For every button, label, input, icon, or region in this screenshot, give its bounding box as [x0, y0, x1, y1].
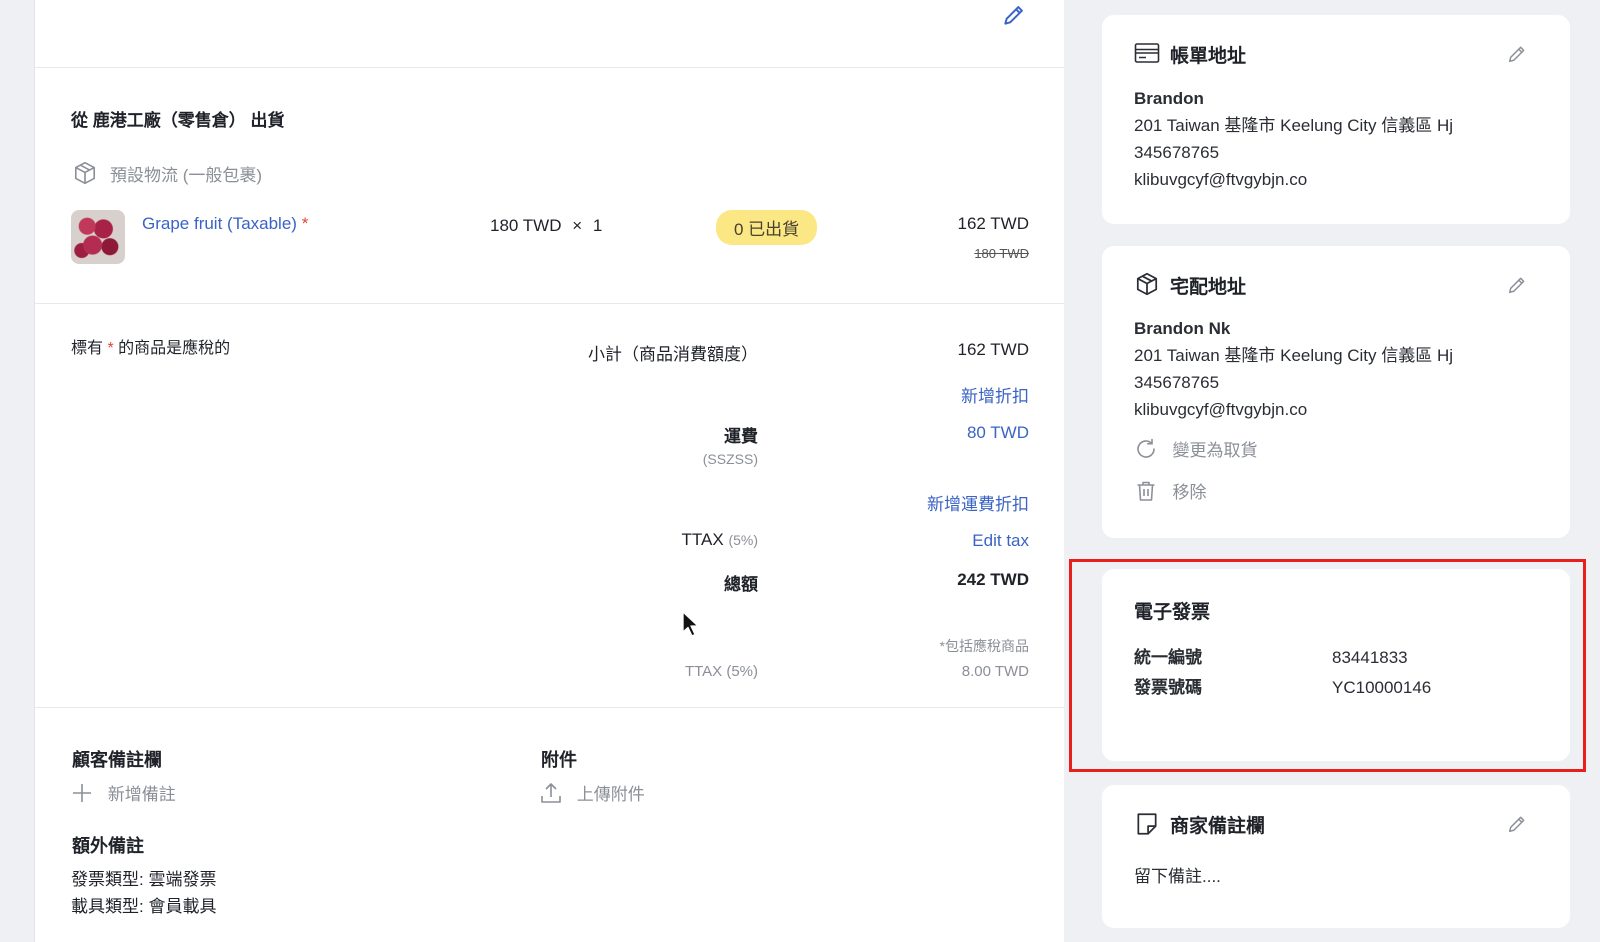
- upload-attachment-button[interactable]: 上傳附件: [540, 780, 645, 805]
- einvoice-card: 電子發票 統一編號 83441833 發票號碼 YC10000146: [1102, 569, 1570, 761]
- shipment-origin-title: 從 鹿港工廠（零售倉） 出貨: [71, 111, 285, 130]
- note-icon: [1134, 811, 1160, 837]
- total-label: 總額: [724, 575, 758, 594]
- package-icon: [72, 160, 98, 186]
- extra-notes-title: 額外備註: [72, 836, 144, 856]
- tax-detail-value: 8.00 TWD: [961, 663, 1029, 680]
- trash-icon: [1134, 479, 1158, 503]
- carrier-type-note: 載具類型: 會員載具: [71, 897, 217, 916]
- unit-price: 180 TWD: [490, 216, 562, 235]
- change-to-pickup-label: 變更為取貨: [1172, 441, 1258, 460]
- edit-tax-link[interactable]: Edit tax: [972, 531, 1029, 551]
- times-sign: ×: [572, 216, 583, 235]
- customer-notes-title: 顧客備註欄: [72, 750, 162, 770]
- shipped-status: 0 已出貨: [716, 210, 818, 245]
- delivery-email: klibuvgcyf@ftvgybjn.co: [1134, 400, 1308, 419]
- product-name-row: Grape fruit (Taxable) *: [142, 214, 308, 234]
- remove-delivery-button[interactable]: 移除: [1134, 478, 1206, 503]
- billing-name: Brandon: [1134, 89, 1204, 108]
- refresh-icon: [1134, 437, 1158, 461]
- taxable-mark: *: [301, 214, 309, 233]
- logistics-method: 預設物流 (一般包裹): [110, 166, 263, 185]
- subtotal-value: 162 TWD: [957, 340, 1030, 359]
- billing-email: klibuvgcyf@ftvgybjn.co: [1134, 170, 1308, 189]
- taxable-note: 標有 * 的商品是應稅的: [71, 334, 230, 358]
- credit-card-icon: [1134, 42, 1160, 64]
- remove-label: 移除: [1172, 483, 1207, 502]
- tax-label-row: TTAX (5%): [682, 530, 758, 550]
- edit-billing-pencil-icon[interactable]: [1506, 43, 1528, 65]
- merchant-notes-title: 商家備註欄: [1170, 816, 1266, 837]
- package-icon: [1134, 271, 1160, 297]
- change-to-pickup-button[interactable]: 變更為取貨: [1134, 436, 1257, 461]
- shipping-label: 運費: [724, 427, 758, 446]
- upload-icon: [540, 781, 562, 805]
- add-note-label: 新增備註: [107, 785, 176, 804]
- unit-price-qty: 180 TWD × 1: [490, 216, 602, 236]
- divider: [35, 303, 1065, 304]
- delivery-phone: 345678765: [1134, 373, 1220, 392]
- merchant-notes-card: 商家備註欄 留下備註....: [1102, 785, 1570, 928]
- cursor-icon: [681, 610, 701, 638]
- item-quantity: 1: [592, 216, 603, 235]
- divider: [35, 67, 1065, 68]
- total-value: 242 TWD: [957, 570, 1029, 589]
- tax-id-value: 83441833: [1332, 648, 1408, 667]
- billing-address: 201 Taiwan 基隆市 Keelung City 信義區 Hj: [1134, 116, 1454, 135]
- attachments-title: 附件: [541, 750, 577, 770]
- shipping-fee-link[interactable]: 80 TWD: [967, 423, 1029, 443]
- delivery-address: 201 Taiwan 基隆市 Keelung City 信義區 Hj: [1134, 346, 1454, 365]
- pencil-icon[interactable]: [1001, 2, 1027, 28]
- edit-merchant-notes-pencil-icon[interactable]: [1506, 813, 1528, 835]
- taxable-note-prefix: 標有: [71, 340, 104, 357]
- product-name-link[interactable]: Grape fruit (Taxable): [142, 214, 297, 233]
- einvoice-title: 電子發票: [1134, 602, 1211, 623]
- delivery-name: Brandon Nk: [1134, 319, 1231, 338]
- add-shipping-discount-link[interactable]: 新增運費折扣: [927, 490, 1029, 515]
- subtotal-label: 小計（商品消費額度）: [588, 345, 758, 364]
- status-badge: 0 已出貨: [716, 210, 818, 245]
- order-detail-panel: 從 鹿港工廠（零售倉） 出貨 預設物流 (一般包裹) Grape fruit (…: [34, 0, 1065, 942]
- product-thumbnail: [71, 210, 125, 264]
- invoice-number-label: 發票號碼: [1134, 678, 1202, 697]
- invoice-type-note: 發票類型: 雲端發票: [71, 870, 217, 889]
- shipping-method: (SSZSS): [702, 451, 758, 467]
- delivery-address-card: 宅配地址 Brandon Nk 201 Taiwan 基隆市 Keelung C…: [1102, 246, 1570, 538]
- delivery-title: 宅配地址: [1170, 277, 1247, 298]
- divider: [35, 707, 1065, 708]
- add-note-button[interactable]: 新增備註: [71, 780, 176, 805]
- item-original-price: 180 TWD: [974, 246, 1029, 261]
- includes-taxable-note: *包括應稅商品: [939, 638, 1029, 654]
- taxable-note-mark: *: [107, 340, 114, 357]
- tax-detail-label: TTAX (5%): [684, 663, 758, 680]
- add-discount-link[interactable]: 新增折扣: [961, 382, 1029, 407]
- billing-title: 帳單地址: [1170, 46, 1247, 67]
- tax-id-label: 統一編號: [1134, 648, 1202, 667]
- edit-delivery-pencil-icon[interactable]: [1506, 274, 1528, 296]
- tax-label: TTAX: [681, 530, 724, 549]
- item-price: 162 TWD: [957, 214, 1030, 233]
- billing-address-card: 帳單地址 Brandon 201 Taiwan 基隆市 Keelung City…: [1102, 15, 1570, 224]
- plus-icon: [71, 782, 93, 804]
- upload-attachment-label: 上傳附件: [576, 785, 645, 804]
- tax-rate: (5%): [728, 532, 758, 548]
- billing-phone: 345678765: [1134, 143, 1220, 162]
- taxable-note-suffix: 的商品是應稅的: [118, 340, 231, 357]
- invoice-number-value: YC10000146: [1332, 678, 1432, 697]
- merchant-notes-placeholder[interactable]: 留下備註....: [1134, 863, 1221, 891]
